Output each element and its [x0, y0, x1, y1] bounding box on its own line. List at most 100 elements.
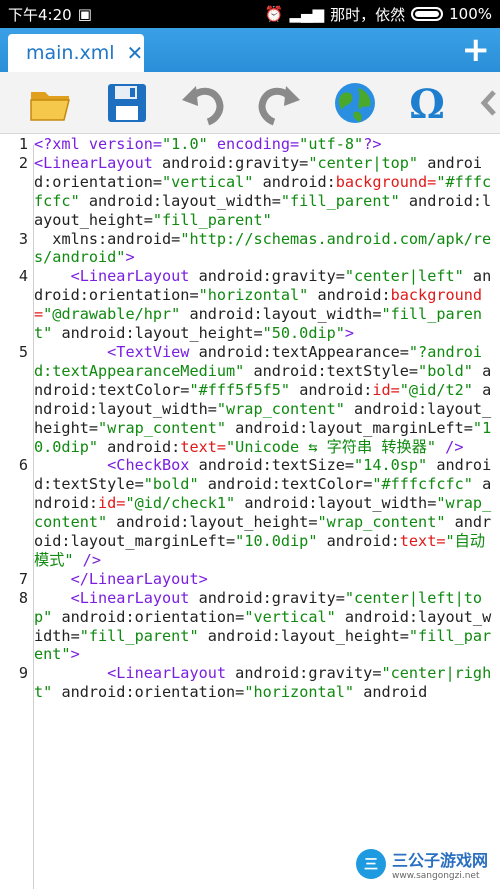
code-line[interactable]: 4 <LinearLayout android:gravity="center|…: [0, 267, 500, 343]
code-token: id=: [98, 494, 126, 513]
tab-bar: main.xml ✕ +: [0, 28, 500, 72]
alarm-icon: ⏰: [264, 5, 284, 23]
code-line[interactable]: 3 xmlns:android="http://schemas.android.…: [0, 230, 500, 268]
code-token: >: [125, 248, 135, 267]
code-token: "fill_parent": [280, 191, 400, 210]
code-token: "wrap_content": [216, 399, 345, 418]
globe-icon: [335, 83, 375, 123]
code-text: <LinearLayout android:gravity="center|le…: [30, 267, 496, 343]
line-number: 3: [18, 229, 28, 248]
line-number: 6: [18, 456, 28, 475]
code-line[interactable]: 5 <TextView android:textAppearance="?and…: [0, 343, 500, 456]
code-line[interactable]: 9 <LinearLayout android:gravity="center|…: [0, 664, 500, 702]
code-token: />: [436, 437, 464, 456]
line-number: 4: [18, 267, 28, 286]
code-token: "@id/t2": [399, 380, 473, 399]
code-token: android:layout_height=: [198, 626, 409, 645]
add-tab-button[interactable]: +: [462, 30, 491, 70]
code-token: >: [344, 324, 355, 343]
code-line[interactable]: 1 <?xml version="1.0" encoding="utf-8"?>: [0, 135, 500, 154]
code-token: android:: [290, 380, 373, 399]
code-token: "1.0": [162, 135, 208, 153]
undo-icon: [182, 86, 224, 126]
carrier-name: 那时，依然: [330, 5, 406, 24]
redo-button[interactable]: [256, 80, 302, 126]
code-token: "@id/check1": [125, 494, 236, 513]
code-token: android:gravity=: [189, 267, 345, 286]
notification-icon: ▣: [77, 5, 92, 23]
code-token: android:orientation=: [52, 683, 245, 702]
code-token: "vertical": [244, 607, 336, 626]
line-number: 2: [18, 153, 28, 172]
tab-main-xml[interactable]: main.xml ✕: [8, 34, 144, 72]
unicode-button[interactable]: Ω: [404, 80, 450, 126]
code-token: />: [73, 550, 101, 569]
code-token: android:layout_height=: [107, 513, 318, 532]
battery-icon: [411, 7, 444, 21]
code-token: "@drawable/hpr": [43, 305, 181, 324]
code-token: android:gravity=: [226, 664, 382, 683]
code-token: android:textAppearance=: [189, 342, 409, 361]
code-token: android:layout_height=: [52, 324, 263, 343]
omega-icon: Ω: [409, 81, 445, 126]
watermark-logo: 三: [355, 849, 386, 879]
code-token: android:gravity=: [152, 153, 309, 172]
code-token: "horizontal": [198, 286, 309, 305]
close-tab-icon[interactable]: ✕: [127, 41, 144, 65]
line-number: 8: [18, 588, 28, 607]
signal-icon: ▂▄▆: [289, 5, 325, 23]
code-token: <TextView: [34, 342, 190, 361]
code-token: android:textColor=: [198, 475, 373, 494]
battery-percent: 100%: [449, 5, 492, 23]
code-token: android:: [98, 437, 181, 456]
code-text: <LinearLayout android:gravity="center|le…: [30, 589, 496, 665]
save-icon: [108, 84, 146, 122]
preview-button[interactable]: [332, 80, 378, 126]
code-token: android:: [253, 172, 336, 191]
code-token: "horizontal": [244, 683, 355, 702]
undo-button[interactable]: [180, 80, 226, 126]
code-token: "fill_parent": [152, 210, 272, 229]
code-token: "center|left": [344, 267, 464, 286]
open-folder-button[interactable]: [28, 80, 74, 126]
watermark-url: www.sangongzi.net: [391, 871, 480, 881]
code-token: android:layout_width=: [180, 305, 382, 324]
code-token: text=: [180, 437, 227, 456]
code-line[interactable]: 8 <LinearLayout android:gravity="center|…: [0, 589, 500, 665]
code-token: </LinearLayout>: [34, 569, 208, 588]
code-text: <LinearLayout android:gravity="center|ri…: [30, 664, 496, 702]
code-token: "#fffcfcfc": [372, 475, 473, 494]
scroll-left-icon: [480, 90, 496, 116]
code-token: <LinearLayout: [34, 664, 227, 683]
code-token: android:gravity=: [189, 588, 345, 607]
scroll-left-button[interactable]: [476, 80, 500, 126]
code-token: <LinearLayout: [34, 588, 190, 607]
code-token: "vertical": [162, 172, 254, 191]
code-token: android: [354, 683, 428, 702]
code-text: <LinearLayout android:gravity="center|to…: [30, 154, 496, 230]
code-token: android:textStyle=: [244, 361, 419, 380]
code-token: encoding=: [207, 135, 300, 153]
code-token: "50.0dip": [262, 324, 345, 343]
code-token: >: [70, 645, 80, 664]
code-text: <CheckBox android:textSize="14.0sp" andr…: [30, 456, 496, 569]
save-button[interactable]: [104, 80, 150, 126]
code-line[interactable]: 6 <CheckBox android:textSize="14.0sp" an…: [0, 456, 500, 569]
code-token: android:layout_width=: [235, 494, 437, 513]
code-token: android:textSize=: [189, 456, 355, 475]
code-token: "Unicode ⇆ 字符串 转换器": [226, 437, 437, 456]
code-token: "bold": [143, 475, 199, 494]
line-number: 9: [18, 664, 28, 683]
code-token: background=: [335, 172, 437, 191]
line-number: 1: [18, 135, 28, 153]
code-token: "bold": [418, 361, 473, 380]
line-number: 5: [18, 342, 28, 361]
code-editor[interactable]: 1 <?xml version="1.0" encoding="utf-8"?> 2…: [0, 135, 500, 889]
code-token: "utf-8": [299, 135, 364, 153]
redo-icon: [258, 86, 300, 126]
code-line[interactable]: 7 </LinearLayout>: [0, 570, 500, 589]
code-token: android:layout_width=: [79, 191, 281, 210]
code-line[interactable]: 2 <LinearLayout android:gravity="center|t…: [0, 154, 500, 230]
code-text: <TextView android:textAppearance="?andro…: [30, 343, 496, 456]
code-token: <LinearLayout: [34, 267, 190, 286]
